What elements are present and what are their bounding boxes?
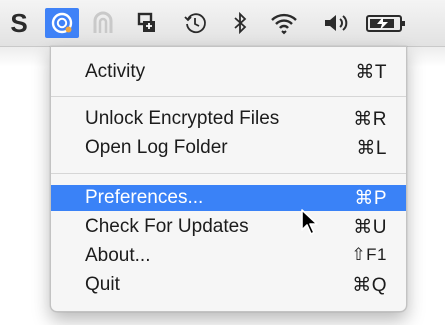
- wifi-icon[interactable]: [267, 8, 301, 38]
- volume-icon[interactable]: [320, 8, 352, 38]
- battery-icon[interactable]: [365, 8, 445, 38]
- mouse-pointer-icon: [300, 208, 320, 241]
- status-menu-dropdown: Activity ⌘T Unlock Encrypted Files ⌘R Op…: [50, 46, 407, 312]
- menu-item-shortcut: ⌘P: [354, 188, 387, 209]
- menu-separator: [51, 96, 406, 97]
- menu-item-label: Open Log Folder: [85, 137, 228, 158]
- menu-item-shortcut: ⌘U: [353, 217, 387, 238]
- menu-bar: S: [0, 0, 445, 47]
- menu-item-shortcut: ⌘R: [353, 109, 387, 130]
- menu-item-label: Quit: [85, 274, 120, 295]
- menu-item-shortcut: ⇧F1: [351, 245, 387, 264]
- arch-icon[interactable]: [88, 8, 118, 38]
- menu-item-label: Unlock Encrypted Files: [85, 108, 280, 129]
- menu-separator: [51, 173, 406, 174]
- menu-item-about[interactable]: About... ⇧F1: [51, 243, 406, 269]
- menu-item-shortcut: ⌘T: [355, 62, 387, 83]
- menu-item-label: Check For Updates: [85, 216, 249, 237]
- menu-item-preferences[interactable]: Preferences... ⌘P: [51, 185, 406, 211]
- menu-item-label: About...: [85, 245, 151, 266]
- time-machine-icon[interactable]: [180, 8, 210, 38]
- menu-item-unlock-encrypted-files[interactable]: Unlock Encrypted Files ⌘R: [51, 106, 406, 132]
- app-status-icon[interactable]: [45, 8, 79, 38]
- menu-item-shortcut: ⌘L: [356, 138, 387, 159]
- scrivener-icon[interactable]: S: [6, 8, 32, 38]
- dropbox-style-icon[interactable]: [132, 8, 162, 38]
- bluetooth-icon[interactable]: [228, 8, 252, 38]
- menu-item-label: Activity: [85, 61, 146, 82]
- menu-item-quit[interactable]: Quit ⌘Q: [51, 272, 406, 298]
- menu-item-check-for-updates[interactable]: Check For Updates ⌘U: [51, 214, 406, 240]
- menu-item-shortcut: ⌘Q: [352, 275, 387, 296]
- menu-item-activity[interactable]: Activity ⌘T: [51, 59, 406, 85]
- app-status-glyph-icon: [51, 12, 73, 34]
- menu-item-label: Preferences...: [85, 187, 204, 208]
- menu-item-open-log-folder[interactable]: Open Log Folder ⌘L: [51, 135, 406, 161]
